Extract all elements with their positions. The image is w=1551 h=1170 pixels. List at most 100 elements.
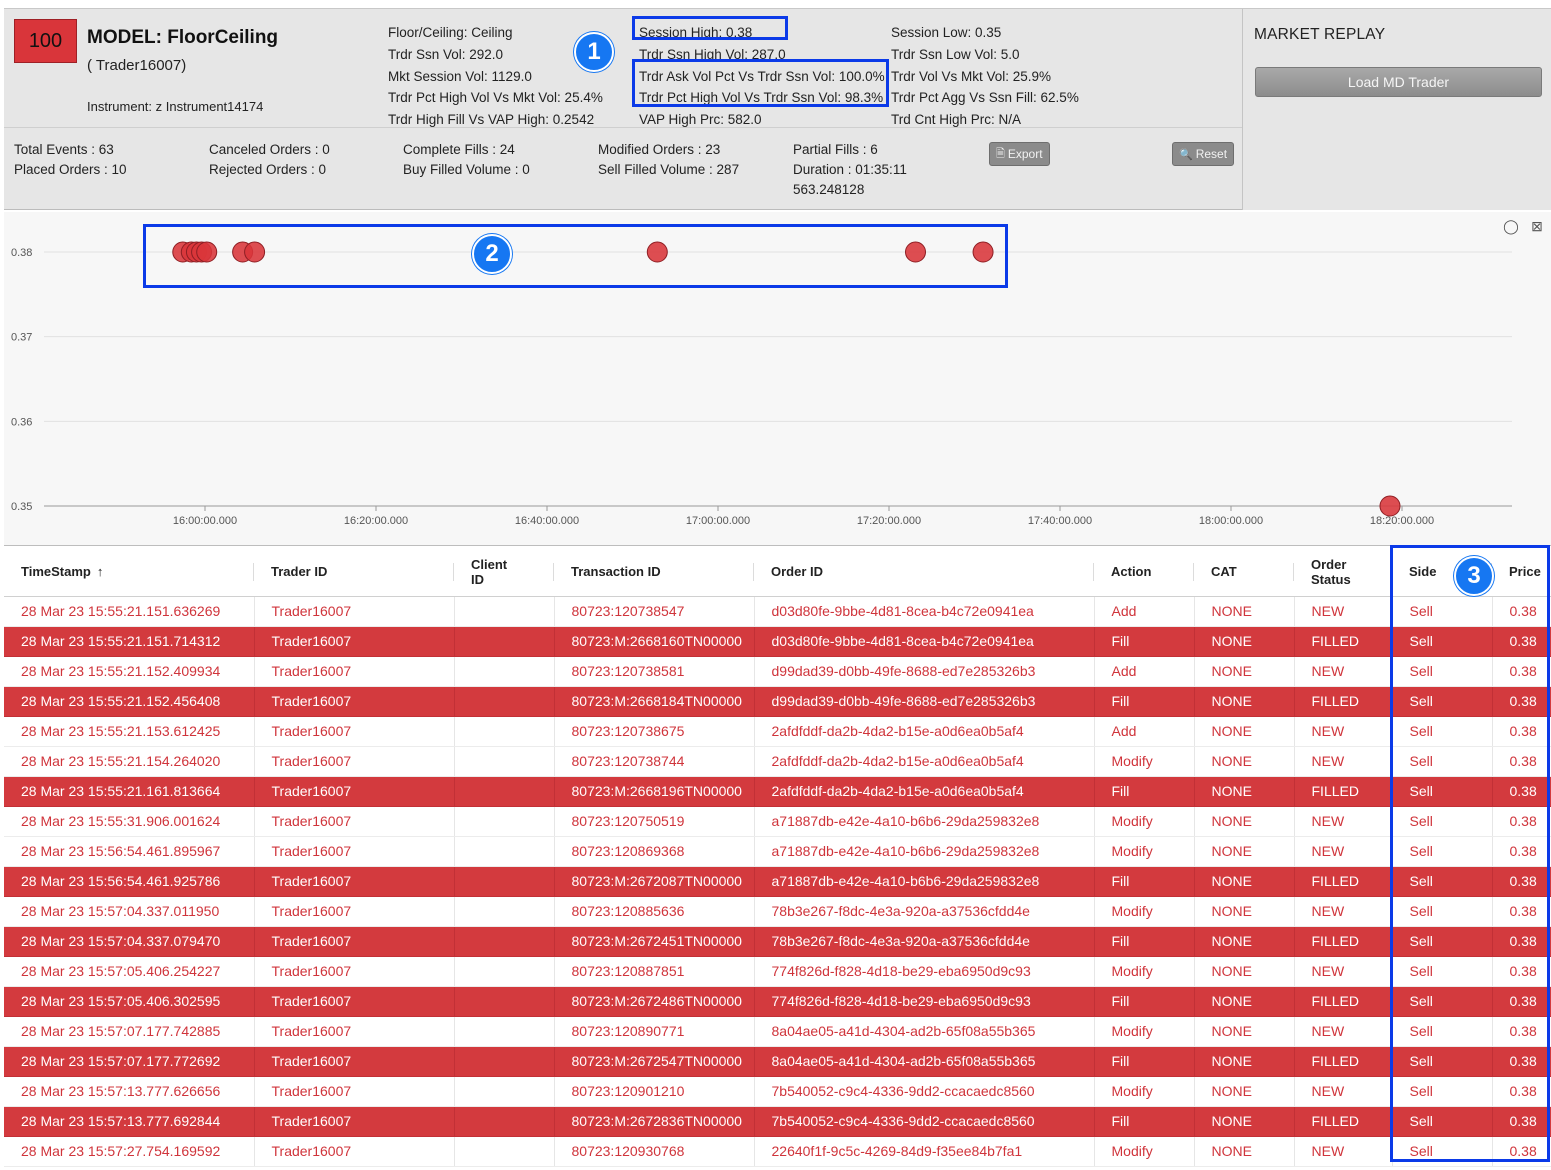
cell-price: 0.38 bbox=[1492, 986, 1551, 1017]
sort-ascending-icon[interactable]: ↑ bbox=[97, 564, 104, 579]
table-row[interactable]: 28 Mar 23 15:56:54.461.895967 Trader16007… bbox=[4, 836, 1551, 867]
table-row[interactable]: 28 Mar 23 15:57:07.177.742885 Trader16007… bbox=[4, 1016, 1551, 1047]
table-row[interactable]: 28 Mar 23 15:56:54.461.925786 Trader16007… bbox=[4, 866, 1551, 897]
scatter-point[interactable] bbox=[972, 241, 994, 263]
table-body: 28 Mar 23 15:55:21.151.636269 Trader16007… bbox=[4, 596, 1551, 1167]
cell-action: Fill bbox=[1094, 986, 1195, 1017]
table-row[interactable]: 28 Mar 23 15:57:05.406.302595 Trader16007… bbox=[4, 986, 1551, 1017]
table-row[interactable]: 28 Mar 23 15:57:04.337.011950 Trader16007… bbox=[4, 896, 1551, 927]
metric-session-low: Session Low: 0.35 bbox=[891, 25, 1002, 40]
cell-action: Fill bbox=[1094, 776, 1195, 807]
column-header-transaction-id[interactable]: Transaction ID bbox=[554, 548, 754, 597]
column-header-client-id[interactable]: Client ID bbox=[454, 548, 554, 597]
cell-side: Sell bbox=[1392, 896, 1493, 927]
stat-partial-fills: Partial Fills : 6 bbox=[793, 142, 878, 157]
column-header-trader-id[interactable]: Trader ID bbox=[254, 548, 454, 597]
column-header-cat[interactable]: CAT bbox=[1194, 548, 1294, 597]
table-row[interactable]: 28 Mar 23 15:57:13.777.692844 Trader16007… bbox=[4, 1106, 1551, 1137]
cell-price: 0.38 bbox=[1492, 656, 1551, 687]
cell-side: Sell bbox=[1392, 626, 1493, 657]
stats-group-modified: Modified Orders : 23 Sell Filled Volume … bbox=[598, 140, 739, 180]
cell-timestamp: 28 Mar 23 15:55:31.906.001624 bbox=[4, 806, 255, 837]
cell-side: Sell bbox=[1392, 986, 1493, 1017]
cell-price: 0.38 bbox=[1492, 746, 1551, 777]
cell-timestamp: 28 Mar 23 15:57:04.337.079470 bbox=[4, 926, 255, 957]
cell-client-id bbox=[454, 1016, 555, 1047]
cell-order-id: a71887db-e42e-4a10-b6b6-29da259832e8 bbox=[754, 866, 1095, 897]
column-header-timestamp[interactable]: TimeStamp ↑ bbox=[4, 548, 254, 597]
metric-mkt-session-vol: Mkt Session Vol: 1129.0 bbox=[388, 68, 532, 84]
metrics-column-c: Session Low: 0.35 Trdr Ssn Low Vol: 5.0 … bbox=[891, 22, 1079, 131]
cell-order-status: FILLED bbox=[1294, 926, 1393, 957]
cell-action: Fill bbox=[1094, 1046, 1195, 1077]
scatter-point[interactable] bbox=[244, 241, 266, 263]
cell-action: Fill bbox=[1094, 686, 1195, 717]
export-button[interactable]: 🗎 Export bbox=[989, 142, 1050, 166]
cell-trader-id: Trader16007 bbox=[254, 1076, 455, 1107]
stat-canceled-orders: Canceled Orders : 0 bbox=[209, 142, 330, 157]
cell-timestamp: 28 Mar 23 15:55:21.153.612425 bbox=[4, 716, 255, 747]
cell-side: Sell bbox=[1392, 806, 1493, 837]
table-row[interactable]: 28 Mar 23 15:57:07.177.772692 Trader16007… bbox=[4, 1046, 1551, 1077]
table-row[interactable]: 28 Mar 23 15:55:21.152.456408 Trader16007… bbox=[4, 686, 1551, 717]
table-row[interactable]: 28 Mar 23 15:55:21.161.813664 Trader16007… bbox=[4, 776, 1551, 807]
fit-view-icon[interactable]: ◯ bbox=[1503, 218, 1519, 234]
scatter-point[interactable] bbox=[1379, 495, 1401, 517]
cell-price: 0.38 bbox=[1492, 626, 1551, 657]
stat-sell-filled-volume: Sell Filled Volume : 287 bbox=[598, 162, 740, 177]
table-row[interactable]: 28 Mar 23 15:55:21.154.264020 Trader16007… bbox=[4, 746, 1551, 777]
table-row[interactable]: 28 Mar 23 15:57:04.337.079470 Trader16007… bbox=[4, 926, 1551, 957]
cell-client-id bbox=[454, 1046, 555, 1077]
table-row[interactable]: 28 Mar 23 15:55:31.906.001624 Trader16007… bbox=[4, 806, 1551, 837]
column-header-action[interactable]: Action bbox=[1094, 548, 1194, 597]
column-header-label: Action bbox=[1111, 564, 1152, 580]
reset-label: Reset bbox=[1195, 147, 1228, 161]
cell-cat: NONE bbox=[1194, 596, 1295, 627]
column-header-price[interactable]: Price bbox=[1492, 548, 1551, 597]
column-header-order-status[interactable]: Order Status bbox=[1294, 548, 1392, 597]
scatter-point[interactable] bbox=[905, 241, 927, 263]
cell-trader-id: Trader16007 bbox=[254, 746, 455, 777]
stat-total-events: Total Events : 63 bbox=[14, 142, 114, 157]
cell-transaction-id: 80723:120930768 bbox=[554, 1136, 755, 1167]
column-header-label: CAT bbox=[1211, 564, 1237, 580]
cell-trader-id: Trader16007 bbox=[254, 896, 455, 927]
cell-transaction-id: 80723:120869368 bbox=[554, 836, 755, 867]
scatter-point[interactable] bbox=[646, 241, 668, 263]
column-header-label: Order ID bbox=[771, 564, 824, 580]
cell-transaction-id: 80723:M:2668184TN00000 bbox=[554, 686, 755, 717]
table-row[interactable]: 28 Mar 23 15:57:05.406.254227 Trader16007… bbox=[4, 956, 1551, 987]
cell-timestamp: 28 Mar 23 15:55:21.152.456408 bbox=[4, 686, 255, 717]
cell-order-id: 78b3e267-f8dc-4e3a-920a-a37536cfdd4e bbox=[754, 896, 1095, 927]
cell-order-status: FILLED bbox=[1294, 1106, 1393, 1137]
y-tick-label: 0.36 bbox=[11, 416, 32, 428]
table-row[interactable]: 28 Mar 23 15:57:13.777.626656 Trader16007… bbox=[4, 1076, 1551, 1107]
x-tick-label: 16:40:00.000 bbox=[515, 515, 579, 527]
cell-price: 0.38 bbox=[1492, 866, 1551, 897]
scatter-point[interactable] bbox=[196, 241, 218, 263]
table-row[interactable]: 28 Mar 23 15:55:21.152.409934 Trader16007… bbox=[4, 656, 1551, 687]
cell-transaction-id: 80723:M:2672087TN00000 bbox=[554, 866, 755, 897]
metric-pct-agg-vs-ssn-fill: Trdr Pct Agg Vs Ssn Fill: 62.5% bbox=[891, 90, 1079, 106]
events-grid: TimeStamp ↑ Trader ID Client ID Transaction … bbox=[4, 548, 1551, 1167]
cell-price: 0.38 bbox=[1492, 1106, 1551, 1137]
cell-side: Sell bbox=[1392, 716, 1493, 747]
y-tick-label: 0.38 bbox=[11, 247, 32, 259]
cell-side: Sell bbox=[1392, 836, 1493, 867]
cell-price: 0.38 bbox=[1492, 1046, 1551, 1077]
cell-action: Fill bbox=[1094, 866, 1195, 897]
table-row[interactable]: 28 Mar 23 15:55:21.153.612425 Trader16007… bbox=[4, 716, 1551, 747]
reset-button[interactable]: 🔍 Reset bbox=[1172, 142, 1235, 166]
cell-side: Sell bbox=[1392, 1046, 1493, 1077]
cell-action: Fill bbox=[1094, 626, 1195, 657]
column-header-order-id[interactable]: Order ID bbox=[754, 548, 1094, 597]
cell-order-status: FILLED bbox=[1294, 686, 1393, 717]
column-header-label: Price bbox=[1509, 564, 1541, 580]
table-row[interactable]: 28 Mar 23 15:57:27.754.169592 Trader16007… bbox=[4, 1136, 1551, 1167]
cell-client-id bbox=[454, 806, 555, 837]
close-chart-icon[interactable]: ⊠ bbox=[1529, 218, 1545, 234]
load-md-trader-button[interactable]: Load MD Trader bbox=[1255, 67, 1542, 97]
table-row[interactable]: 28 Mar 23 15:55:21.151.714312 Trader16007… bbox=[4, 626, 1551, 657]
cell-order-status: FILLED bbox=[1294, 776, 1393, 807]
table-row[interactable]: 28 Mar 23 15:55:21.151.636269 Trader16007… bbox=[4, 596, 1551, 627]
